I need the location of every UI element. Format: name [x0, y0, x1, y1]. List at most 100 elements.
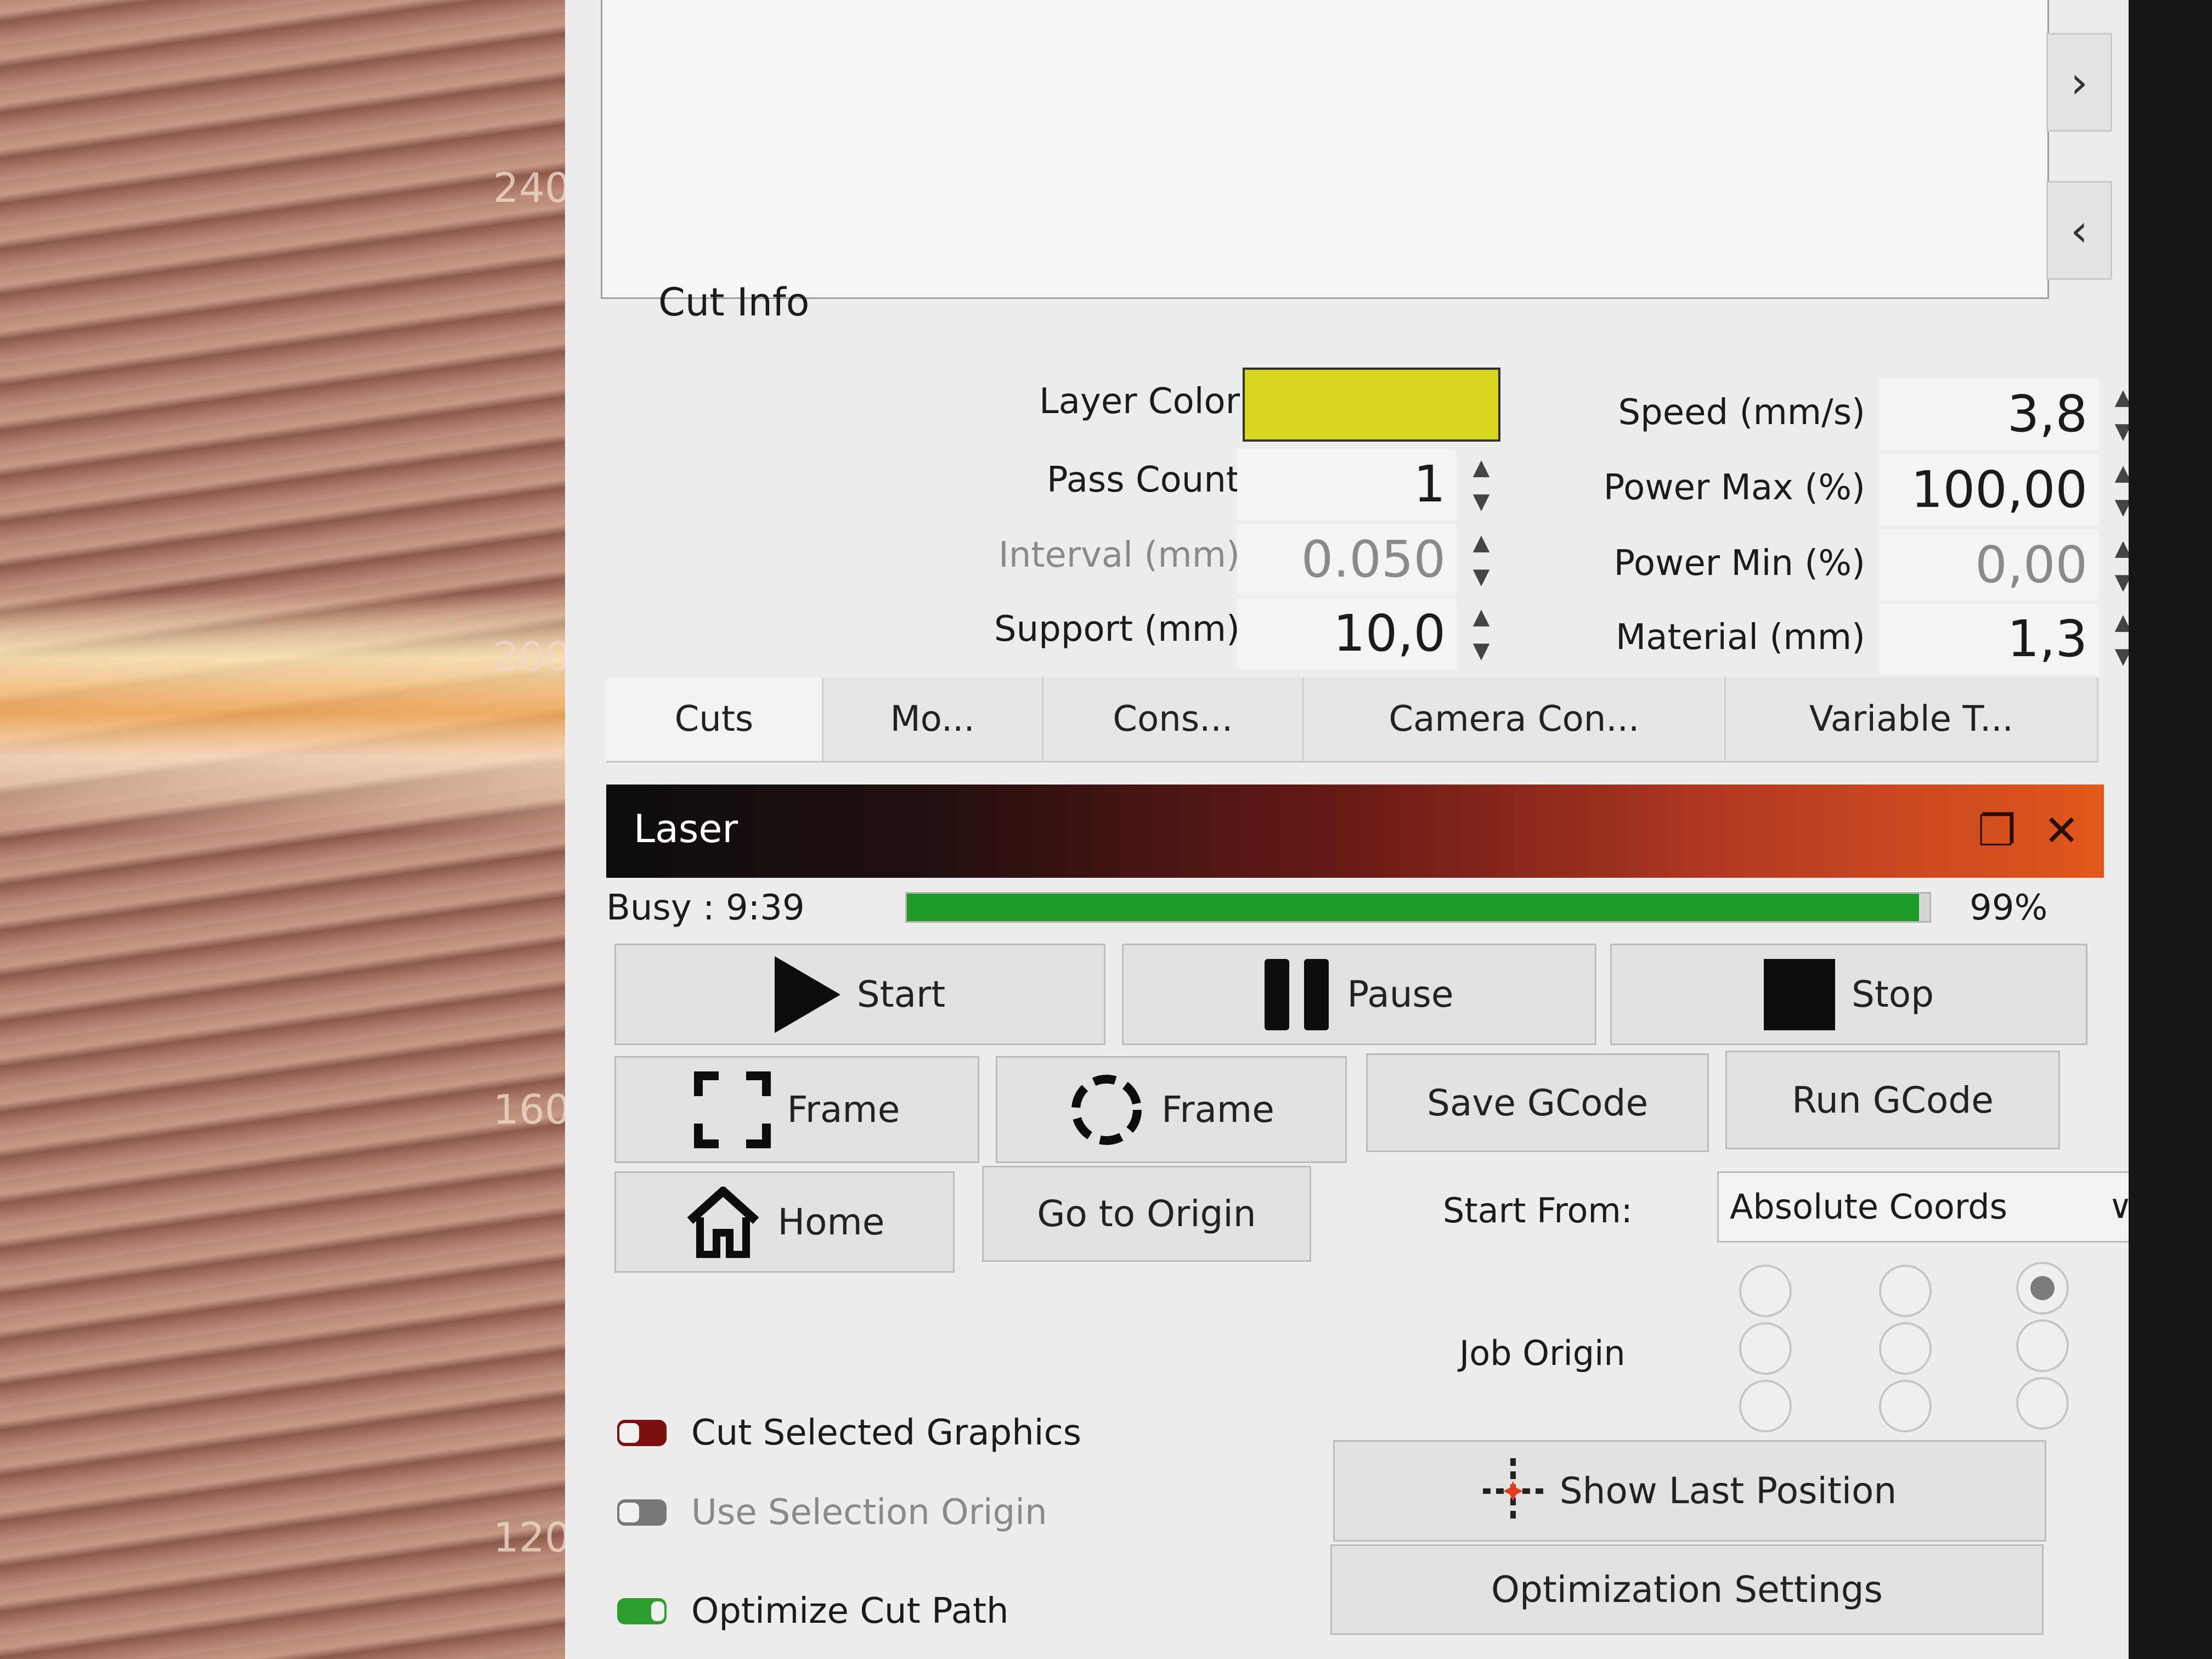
speed-spinner[interactable]: ▲ ▼ — [2107, 384, 2129, 444]
show-last-position-label: Show Last Position — [1559, 1470, 1897, 1512]
design-canvas[interactable]: 240 200 160 120 — [0, 0, 587, 1659]
job-progress-fill — [907, 894, 1920, 921]
speed-field[interactable]: 3,8 — [1879, 379, 2098, 450]
start-button[interactable]: Start — [614, 944, 1105, 1045]
job-origin-top-center[interactable] — [1879, 1265, 1932, 1317]
power-min-spinner[interactable]: ▲ ▼ — [2107, 535, 2129, 595]
spin-down-icon[interactable]: ▼ — [1473, 637, 1490, 664]
start-from-label: Start From: — [1443, 1190, 1633, 1231]
stop-icon — [1763, 958, 1835, 1030]
tab-camera-control[interactable]: Camera Con... — [1304, 678, 1726, 761]
job-origin-top-left[interactable] — [1739, 1265, 1792, 1317]
stop-button-label: Stop — [1851, 973, 1934, 1015]
spin-up-icon[interactable]: ▲ — [2115, 535, 2129, 561]
show-last-position-button[interactable]: Show Last Position — [1333, 1440, 2046, 1542]
laser-window-title: Laser — [634, 806, 738, 851]
laser-window-titlebar: Laser ❐ ✕ — [606, 785, 2104, 878]
power-max-spinner[interactable]: ▲ ▼ — [2107, 460, 2129, 520]
monitor-bezel — [2129, 0, 2212, 1659]
ruler-label-200: 200 — [493, 634, 571, 681]
home-icon — [687, 1186, 759, 1258]
material-spinner[interactable]: ▲ ▼ — [2107, 609, 2129, 669]
use-selection-origin-label: Use Selection Origin — [691, 1492, 1047, 1533]
pause-icon — [1265, 958, 1329, 1030]
save-gcode-button[interactable]: Save GCode — [1366, 1053, 1709, 1152]
support-spinner[interactable]: ▲ ▼ — [1465, 603, 1498, 664]
layer-color-label: Layer Color — [1039, 381, 1240, 422]
interval-field[interactable]: 0.050 — [1237, 524, 1457, 595]
cut-selected-graphics-row[interactable]: Cut Selected Graphics — [617, 1413, 1081, 1453]
optimization-settings-button[interactable]: Optimization Settings — [1330, 1544, 2044, 1635]
job-origin-top-right[interactable] — [2016, 1262, 2069, 1314]
spin-up-icon[interactable]: ▲ — [1473, 603, 1490, 630]
job-origin-bottom-center[interactable] — [1879, 1380, 1932, 1432]
spin-up-icon[interactable]: ▲ — [2115, 460, 2129, 486]
tab-console[interactable]: Cons... — [1043, 678, 1304, 761]
spin-down-icon[interactable]: ▼ — [1473, 488, 1490, 515]
use-selection-origin-row[interactable]: Use Selection Origin — [617, 1492, 1047, 1533]
frame-rect-icon — [693, 1071, 771, 1148]
pass-count-spinner[interactable]: ▲ ▼ — [1465, 454, 1498, 515]
interval-label: Interval (mm) — [998, 535, 1240, 575]
use-selection-origin-toggle[interactable] — [617, 1499, 667, 1526]
material-label: Material (mm) — [1616, 617, 1865, 658]
optimize-cut-path-row[interactable]: Optimize Cut Path — [617, 1591, 1009, 1632]
frame-circle-button[interactable]: Frame — [996, 1056, 1347, 1163]
layer-color-swatch[interactable] — [1243, 368, 1500, 442]
spin-down-icon[interactable]: ▼ — [2115, 569, 2129, 595]
close-icon[interactable]: ✕ — [2044, 806, 2079, 856]
cut-selected-graphics-toggle[interactable] — [617, 1420, 667, 1446]
tab-move[interactable]: Mo... — [823, 678, 1043, 761]
spin-down-icon[interactable]: ▼ — [2115, 494, 2129, 520]
spin-down-icon[interactable]: ▼ — [2115, 418, 2129, 444]
start-from-select[interactable]: Absolute Coords ∨ — [1717, 1171, 2129, 1243]
job-origin-middle-right[interactable] — [2016, 1319, 2069, 1372]
optimize-cut-path-toggle[interactable] — [617, 1598, 667, 1624]
go-to-origin-button[interactable]: Go to Origin — [982, 1166, 1311, 1262]
panel-tabs: Cuts Mo... Cons... Camera Con... Variabl… — [606, 678, 2098, 763]
spin-up-icon[interactable]: ▲ — [2115, 609, 2129, 635]
frame-circle-button-label: Frame — [1161, 1088, 1274, 1131]
expand-arrow-icon[interactable]: › — [2046, 33, 2112, 132]
collapse-arrow-icon[interactable]: ‹ — [2046, 181, 2112, 280]
start-button-label: Start — [856, 973, 946, 1015]
job-origin-bottom-right[interactable] — [2016, 1377, 2069, 1430]
spin-up-icon[interactable]: ▲ — [2115, 384, 2129, 410]
ruler-label-240: 240 — [493, 165, 571, 212]
tab-cuts[interactable]: Cuts — [606, 678, 823, 761]
run-gcode-button[interactable]: Run GCode — [1725, 1051, 2060, 1149]
spin-up-icon[interactable]: ▲ — [1473, 529, 1490, 556]
pause-button[interactable]: Pause — [1122, 944, 1596, 1045]
spin-down-icon[interactable]: ▼ — [1473, 563, 1490, 590]
spin-down-icon[interactable]: ▼ — [2115, 643, 2129, 669]
job-origin-middle-left[interactable] — [1739, 1322, 1792, 1375]
support-label: Support (mm) — [994, 609, 1240, 650]
job-origin-label: Job Origin — [1459, 1333, 1626, 1373]
pass-count-field[interactable]: 1 — [1237, 449, 1457, 520]
pause-button-label: Pause — [1347, 973, 1454, 1015]
power-max-field[interactable]: 100,00 — [1879, 454, 2098, 526]
cut-info-title: Cut Info — [658, 280, 810, 325]
frame-rect-button-label: Frame — [787, 1088, 900, 1131]
frame-circle-icon — [1071, 1074, 1142, 1145]
tab-variable-text[interactable]: Variable T... — [1726, 678, 2098, 761]
home-button[interactable]: Home — [614, 1171, 955, 1273]
job-status-text: Busy : 9:39 — [606, 888, 805, 928]
interval-spinner[interactable]: ▲ ▼ — [1465, 529, 1498, 590]
cut-selected-graphics-label: Cut Selected Graphics — [691, 1413, 1082, 1453]
start-from-value: Absolute Coords — [1730, 1187, 2007, 1227]
frame-rect-button[interactable]: Frame — [614, 1056, 979, 1163]
ruler-label-160: 160 — [493, 1086, 571, 1133]
material-field[interactable]: 1,3 — [1879, 603, 2098, 675]
power-min-field[interactable]: 0,00 — [1879, 529, 2098, 601]
job-origin-bottom-left[interactable] — [1739, 1380, 1792, 1432]
job-origin-center[interactable] — [1879, 1322, 1932, 1375]
support-field[interactable]: 10,0 — [1237, 598, 1457, 669]
restore-window-icon[interactable]: ❐ — [1978, 806, 2016, 856]
optimize-cut-path-label: Optimize Cut Path — [691, 1591, 1009, 1632]
ruler-label-120: 120 — [493, 1514, 571, 1561]
spin-up-icon[interactable]: ▲ — [1473, 454, 1490, 481]
stop-button[interactable]: Stop — [1610, 944, 2087, 1045]
crosshair-icon — [1482, 1458, 1543, 1524]
pass-count-label: Pass Count — [1046, 460, 1240, 500]
